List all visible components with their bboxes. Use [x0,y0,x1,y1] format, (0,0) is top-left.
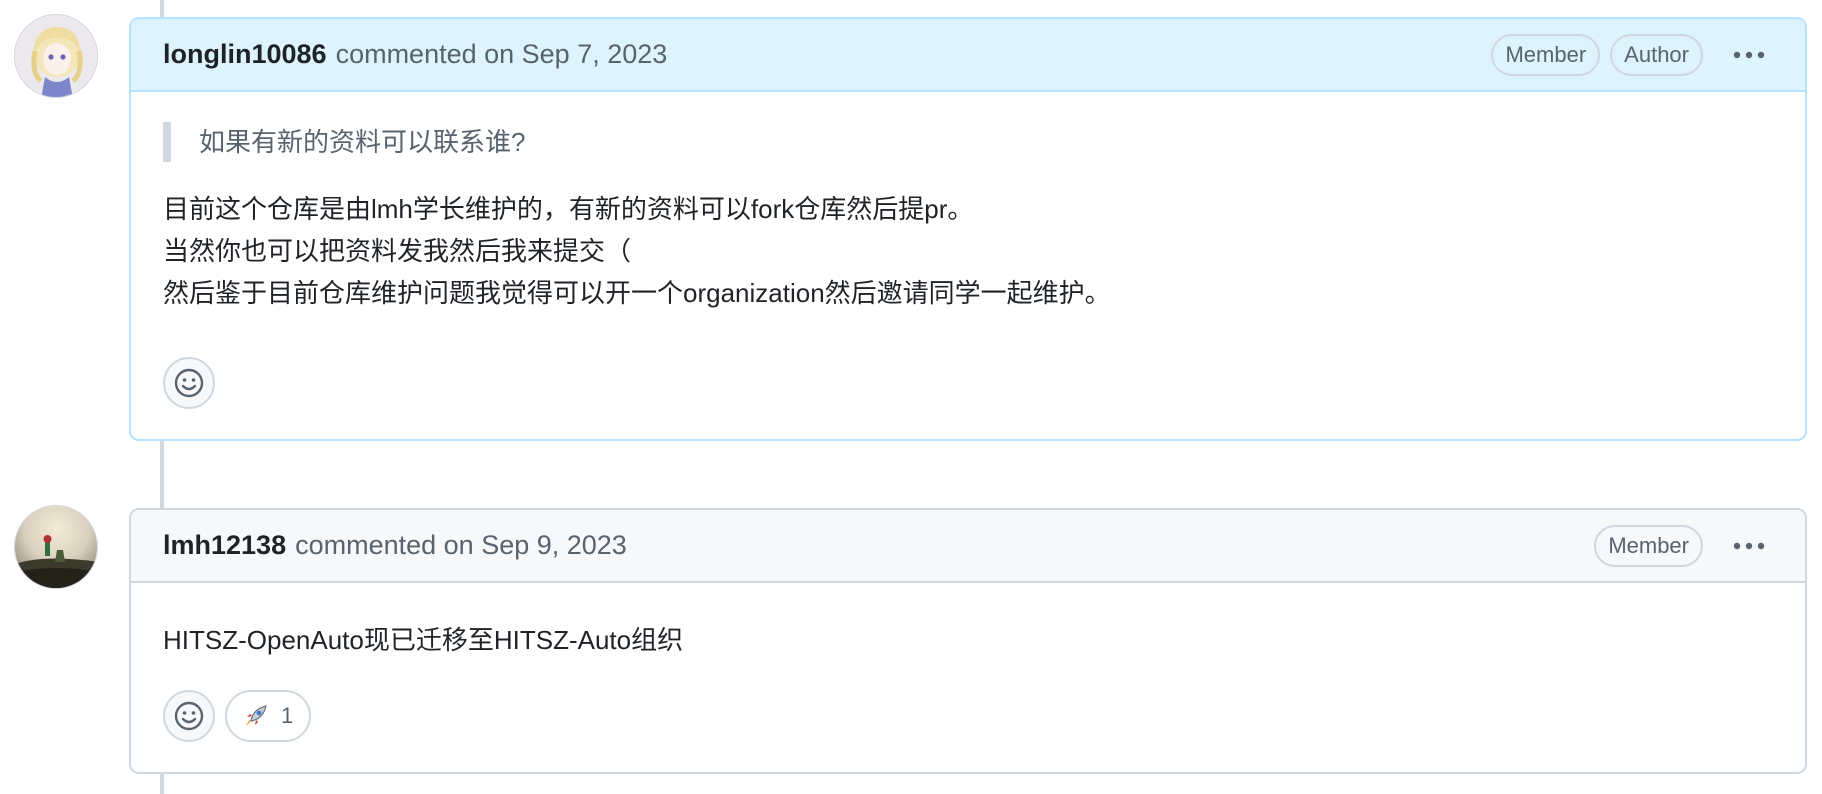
add-reaction-button[interactable] [163,357,215,409]
comment-card: lmh12138 commented on Sep 9, 2023 Member… [129,508,1807,774]
reactions-bar [163,357,215,409]
comment-text-line: 当然你也可以把资料发我然后我来提交（ [163,236,632,266]
reactions-bar: 1 [163,690,312,742]
timeline-line [160,441,164,508]
smiley-icon [174,701,204,731]
author-badge: Author [1610,33,1703,76]
comment-text-line: 然后鉴于目前仓库维护问题我觉得可以开一个organization然后邀请同学一起… [163,278,1111,308]
comment-text-line: 目前这个仓库是由lmh学长维护的，有新的资料可以fork仓库然后提pr。 [163,194,974,224]
rocket-icon [246,705,267,726]
reaction-count: 1 [281,703,294,728]
kebab-horizontal-icon [1733,51,1765,58]
comment-card: longlin10086 commented on Sep 7, 2023 Me… [129,17,1807,441]
comment-text-line: HITSZ-OpenAuto现已迁移至HITSZ-Auto组织 [163,625,684,655]
comment-header: longlin10086 commented on Sep 7, 2023 Me… [131,19,1805,92]
member-badge: Member [1594,524,1703,567]
comment-author-link[interactable]: lmh12138 [163,530,286,561]
comment-timestamp[interactable]: commented on Sep 9, 2023 [295,530,627,561]
comment-author-link[interactable]: longlin10086 [163,39,327,70]
timeline-line [160,0,164,18]
comment-body: 如果有新的资料可以联系谁? 目前这个仓库是由lmh学长维护的，有新的资料可以fo… [131,92,1805,314]
comment-timestamp[interactable]: commented on Sep 7, 2023 [336,39,668,70]
kebab-horizontal-icon [1733,542,1765,549]
little-prince-avatar-image [15,506,97,588]
comment-header: lmh12138 commented on Sep 9, 2023 Member [131,510,1805,583]
comment-options-button[interactable] [1725,35,1773,75]
timeline-line [160,774,164,794]
member-badge: Member [1491,33,1601,76]
rocket-reaction-button[interactable]: 1 [225,690,312,742]
smiley-icon [174,368,204,398]
blockquote: 如果有新的资料可以联系谁? [163,122,1773,162]
anime-avatar-image [15,15,97,97]
comment-body: HITSZ-OpenAuto现已迁移至HITSZ-Auto组织 [131,583,1805,661]
avatar-longlin10086[interactable] [14,14,98,98]
comment-options-button[interactable] [1725,526,1773,566]
add-reaction-button[interactable] [163,690,215,742]
avatar-lmh12138[interactable] [14,505,98,589]
